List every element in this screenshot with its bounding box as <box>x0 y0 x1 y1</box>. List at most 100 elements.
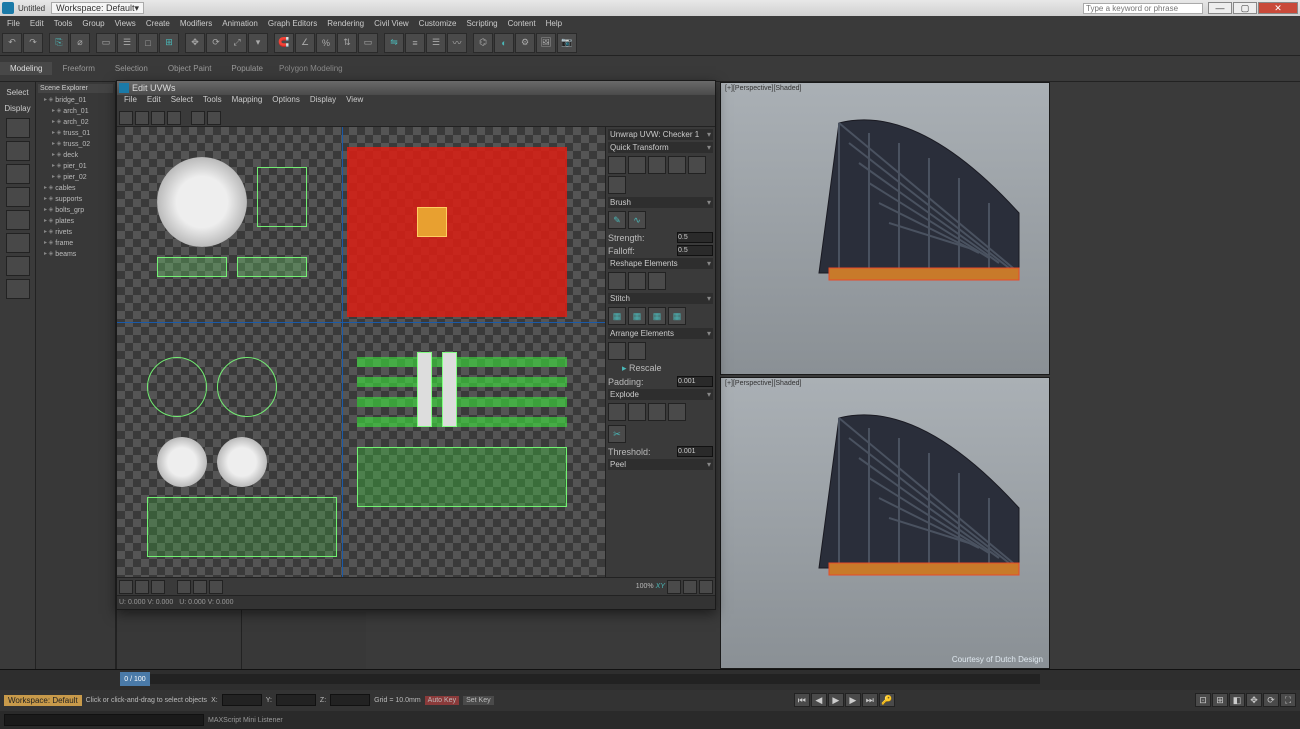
menu-file[interactable]: File <box>2 19 25 28</box>
explode-3-icon[interactable] <box>648 403 666 421</box>
stitch-1-icon[interactable]: ▦ <box>608 307 626 325</box>
scene-node[interactable]: cables <box>38 183 113 194</box>
ribbon-tab-populate[interactable]: Populate <box>221 62 273 75</box>
relax-icon[interactable] <box>628 272 646 290</box>
uv-island[interactable] <box>157 257 227 277</box>
uv-side-header[interactable]: Unwrap UVW: Checker 1 <box>608 129 713 140</box>
scene-node[interactable]: rivets <box>38 227 113 238</box>
snap-icon[interactable]: 🧲 <box>274 33 294 53</box>
viewport-top[interactable]: [+][Perspective][Shaded] <box>720 82 1050 375</box>
uv-island[interactable] <box>147 497 337 557</box>
uv-island[interactable] <box>417 352 432 427</box>
pack-2-icon[interactable] <box>628 342 646 360</box>
link-icon[interactable]: ⎘ <box>49 33 69 53</box>
menu-scripting[interactable]: Scripting <box>461 19 502 28</box>
threshold-input[interactable] <box>677 446 713 457</box>
layers-icon[interactable]: ☰ <box>426 33 446 53</box>
goto-end-icon[interactable]: ⏭ <box>862 693 878 707</box>
filter-shapes-icon[interactable] <box>6 141 30 161</box>
explode-break-icon[interactable]: ✂ <box>608 425 626 443</box>
scene-node[interactable]: arch_02 <box>38 117 113 128</box>
menu-create[interactable]: Create <box>141 19 175 28</box>
peel-header[interactable]: Peel <box>608 459 713 470</box>
rect-select-icon[interactable]: □ <box>138 33 158 53</box>
redo-icon[interactable]: ↷ <box>23 33 43 53</box>
straighten-icon[interactable] <box>608 272 626 290</box>
uv-texture-dropdown-icon[interactable] <box>209 580 223 594</box>
uv-island[interactable] <box>357 357 567 367</box>
pack-1-icon[interactable] <box>608 342 626 360</box>
linear-align-icon[interactable] <box>648 272 666 290</box>
uv-move-icon[interactable] <box>119 111 133 125</box>
uv-menu-display[interactable]: Display <box>305 95 341 109</box>
brush-header[interactable]: Brush <box>608 197 713 208</box>
filter-cameras-icon[interactable] <box>6 187 30 207</box>
render-frame-icon[interactable]: 🖼 <box>536 33 556 53</box>
zoom-all-icon[interactable]: ⊞ <box>1212 693 1228 707</box>
scene-node[interactable]: arch_01 <box>38 106 113 117</box>
uv-menu-edit[interactable]: Edit <box>142 95 166 109</box>
maxscript-input[interactable] <box>4 714 204 726</box>
autokey-button[interactable]: Auto Key <box>425 696 459 705</box>
goto-start-icon[interactable]: ⏮ <box>794 693 810 707</box>
material-editor-icon[interactable]: ◐ <box>494 33 514 53</box>
viewport-bottom[interactable]: [+][Perspective][Shaded] Cour <box>720 377 1050 670</box>
uv-snap-icon[interactable] <box>177 580 191 594</box>
filter-spacewarps-icon[interactable] <box>6 233 30 253</box>
align-right-icon[interactable] <box>628 156 646 174</box>
uv-mirror-h-icon[interactable] <box>191 111 205 125</box>
uv-island[interactable] <box>357 397 567 407</box>
align-bottom-icon[interactable] <box>668 156 686 174</box>
brush-falloff-input[interactable] <box>677 245 713 256</box>
render-setup-icon[interactable]: ⚙ <box>515 33 535 53</box>
menu-customize[interactable]: Customize <box>414 19 462 28</box>
uv-overlap-zone[interactable] <box>347 147 567 317</box>
rotate-ccw-icon[interactable] <box>688 156 706 174</box>
curve-editor-icon[interactable]: 〰 <box>447 33 467 53</box>
ribbon-tab-object-paint[interactable]: Object Paint <box>158 62 222 75</box>
menu-modifiers[interactable]: Modifiers <box>175 19 217 28</box>
scene-node[interactable]: beams <box>38 249 113 260</box>
minimize-button[interactable]: — <box>1208 2 1232 14</box>
ribbon-tab-selection[interactable]: Selection <box>105 62 158 75</box>
field-of-view-icon[interactable]: ◧ <box>1229 693 1245 707</box>
uv-island[interactable] <box>357 417 567 427</box>
scene-tab-display[interactable]: Display <box>2 102 32 115</box>
zoom-extents-icon[interactable]: ⊡ <box>1195 693 1211 707</box>
uv-zoom-region-icon[interactable] <box>683 580 697 594</box>
workspace-dropdown[interactable]: Workspace: Default ▾ <box>51 2 144 14</box>
ref-coord-icon[interactable]: ▾ <box>248 33 268 53</box>
spinner-snap-icon[interactable]: ⇅ <box>337 33 357 53</box>
menu-views[interactable]: Views <box>110 19 141 28</box>
padding-input[interactable] <box>677 376 713 387</box>
select-name-icon[interactable]: ☰ <box>117 33 137 53</box>
quick-transform-header[interactable]: Quick Transform <box>608 142 713 153</box>
mirror-icon[interactable]: ⇋ <box>384 33 404 53</box>
uv-island[interactable] <box>157 157 247 247</box>
menu-tools[interactable]: Tools <box>49 19 78 28</box>
uv-subobj-polygon-icon[interactable] <box>151 580 165 594</box>
maximize-button[interactable]: ▢ <box>1233 2 1257 14</box>
maximize-viewport-icon[interactable]: ⛶ <box>1280 693 1296 707</box>
explode-header[interactable]: Explode <box>608 389 713 400</box>
close-button[interactable]: ✕ <box>1258 2 1298 14</box>
filter-geometry-icon[interactable] <box>6 118 30 138</box>
rescale-check[interactable]: Rescale <box>629 363 662 373</box>
menu-edit[interactable]: Edit <box>25 19 49 28</box>
viewport-top-label[interactable]: [+][Perspective][Shaded] <box>725 85 801 92</box>
stitch-header[interactable]: Stitch <box>608 293 713 304</box>
brush-strength-input[interactable] <box>677 232 713 243</box>
uv-freeform-icon[interactable] <box>167 111 181 125</box>
scene-node[interactable]: pier_02 <box>38 172 113 183</box>
menu-help[interactable]: Help <box>541 19 567 28</box>
uv-island[interactable] <box>257 167 307 227</box>
uv-island[interactable] <box>217 437 267 487</box>
uv-island[interactable] <box>357 377 567 387</box>
explode-2-icon[interactable] <box>628 403 646 421</box>
scene-node[interactable]: pier_01 <box>38 161 113 172</box>
key-mode-icon[interactable]: 🔑 <box>879 693 895 707</box>
render-icon[interactable]: 📷 <box>557 33 577 53</box>
x-input[interactable] <box>222 694 262 706</box>
ribbon-tab-freeform[interactable]: Freeform <box>52 62 104 75</box>
stitch-2-icon[interactable]: ▦ <box>628 307 646 325</box>
